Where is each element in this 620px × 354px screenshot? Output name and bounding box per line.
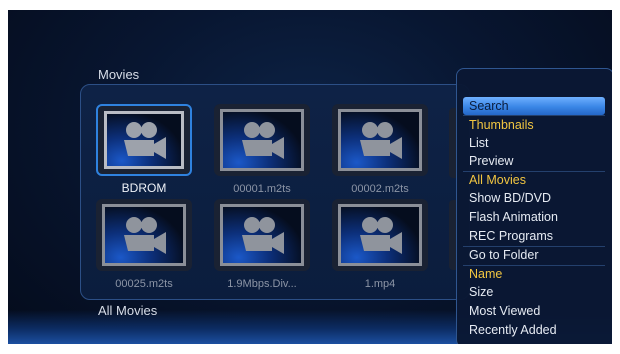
menu-item-flash-animation[interactable]: Flash Animation xyxy=(463,208,605,226)
menu-item-rec-programs[interactable]: REC Programs xyxy=(463,227,605,245)
menu-item-recently-added[interactable]: Recently Added xyxy=(463,321,605,339)
menu-item-name[interactable]: Name xyxy=(463,265,605,283)
grid-item-label: 00025.m2ts xyxy=(115,278,173,290)
grid-item[interactable] xyxy=(214,199,310,271)
grid-item[interactable] xyxy=(96,199,192,271)
thumbnail-frame xyxy=(220,109,304,171)
thumbnail-frame xyxy=(338,109,422,171)
thumbnail-frame xyxy=(220,204,304,266)
thumbnail-frame xyxy=(104,111,184,169)
thumbnail-frame xyxy=(338,204,422,266)
movie-camera-icon xyxy=(360,122,402,159)
menu-item-go-to-folder[interactable]: Go to Folder xyxy=(463,246,605,264)
grid-item[interactable] xyxy=(332,199,428,271)
grid-item-label: 1.mp4 xyxy=(364,278,396,290)
grid-item-bdrom[interactable] xyxy=(96,104,192,176)
movie-camera-icon xyxy=(124,217,166,254)
thumbnail-frame xyxy=(102,204,186,266)
grid-item[interactable] xyxy=(214,104,310,176)
grid-item-label: BDROM xyxy=(121,181,167,195)
menu-item-preview[interactable]: Preview xyxy=(463,152,605,170)
menu-item-thumbnails[interactable]: Thumbnails xyxy=(463,116,605,134)
menu-item-size[interactable]: Size xyxy=(463,283,605,301)
grid-item-label: 00002.m2ts xyxy=(351,183,409,195)
options-menu: Search Thumbnails List Preview All Movie… xyxy=(456,68,612,344)
page-title: Movies xyxy=(98,67,140,82)
filter-label: All Movies xyxy=(98,303,158,318)
menu-item-list[interactable]: List xyxy=(463,134,605,152)
media-player-screen: Movies BDROM 00001.m2ts 00002.m2ts 00025… xyxy=(8,10,612,344)
movie-camera-icon xyxy=(242,122,284,159)
menu-item-all-movies[interactable]: All Movies xyxy=(463,171,605,189)
grid-item[interactable] xyxy=(332,104,428,176)
movie-camera-icon xyxy=(242,217,284,254)
movie-camera-icon xyxy=(360,217,402,254)
grid-item-label: 00001.m2ts xyxy=(233,183,291,195)
menu-item-most-viewed[interactable]: Most Viewed xyxy=(463,302,605,320)
grid-item-label: 1.9Mbps.Div... xyxy=(227,278,297,290)
menu-item-show-bd-dvd[interactable]: Show BD/DVD xyxy=(463,189,605,207)
movie-camera-icon xyxy=(124,122,166,159)
menu-item-search[interactable]: Search xyxy=(463,97,605,115)
